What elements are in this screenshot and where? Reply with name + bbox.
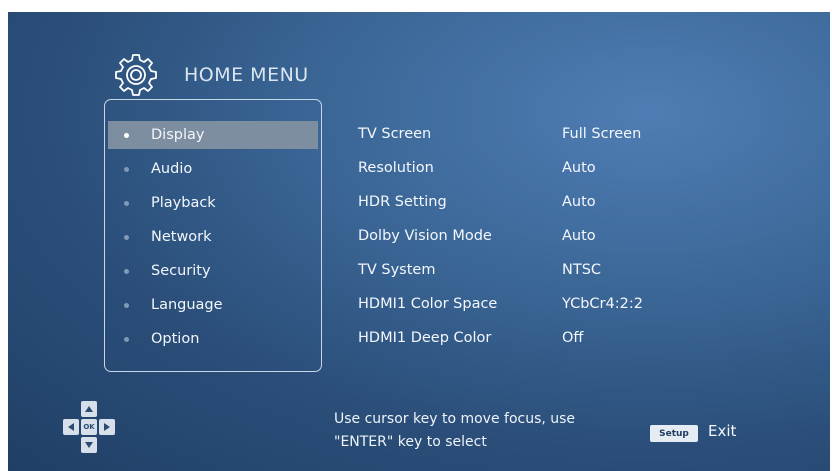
bullet-icon	[124, 166, 129, 172]
help-text: Use cursor key to move focus, use "ENTER…	[334, 408, 575, 454]
menu-item-label: Security	[151, 263, 211, 279]
menu-item-language[interactable]: Language	[108, 291, 318, 319]
menu-item-playback[interactable]: Playback	[108, 189, 318, 217]
menu-item-label: Network	[151, 229, 212, 245]
setting-label: HDMI1 Deep Color	[358, 330, 492, 346]
menu-item-display[interactable]: Display	[108, 121, 318, 149]
setting-value: Auto	[562, 228, 596, 244]
setting-label: Resolution	[358, 160, 434, 176]
setting-label: HDMI1 Color Space	[358, 296, 498, 312]
bullet-icon	[124, 234, 129, 240]
menu-item-label: Language	[151, 297, 223, 313]
setting-value: Auto	[562, 194, 596, 210]
setting-row-hdr-setting[interactable]: HDR Setting Auto	[358, 190, 778, 214]
bullet-icon	[124, 336, 129, 342]
menu-item-label: Option	[151, 331, 200, 347]
setting-label: TV Screen	[358, 126, 432, 142]
page-title: HOME MENU	[184, 64, 309, 86]
help-text-line-2: "ENTER" key to select	[334, 434, 487, 450]
setting-row-tv-system[interactable]: TV System NTSC	[358, 258, 778, 282]
arrow-left-icon	[63, 419, 79, 435]
setup-key-badge: Setup	[650, 425, 698, 442]
menu-item-label: Display	[151, 127, 205, 143]
menu-item-label: Playback	[151, 195, 216, 211]
setting-row-dolby-vision-mode[interactable]: Dolby Vision Mode Auto	[358, 224, 778, 248]
arrow-right-icon	[99, 419, 115, 435]
setting-value: YCbCr4:2:2	[562, 296, 643, 312]
setting-label: TV System	[358, 262, 436, 278]
arrow-down-icon	[81, 437, 97, 453]
gear-icon	[115, 54, 157, 96]
setting-row-hdmi1-color-space[interactable]: HDMI1 Color Space YCbCr4:2:2	[358, 292, 778, 316]
setting-row-tv-screen[interactable]: TV Screen Full Screen	[358, 122, 778, 146]
bullet-icon	[124, 200, 129, 206]
setting-value: NTSC	[562, 262, 602, 278]
menu-item-label: Audio	[151, 161, 193, 177]
setting-row-hdmi1-deep-color[interactable]: HDMI1 Deep Color Off	[358, 326, 778, 350]
menu-item-audio[interactable]: Audio	[108, 155, 318, 183]
setting-row-resolution[interactable]: Resolution Auto	[358, 156, 778, 180]
menu-item-option[interactable]: Option	[108, 325, 318, 353]
help-text-line-1: Use cursor key to move focus, use	[334, 411, 576, 427]
bullet-icon	[124, 132, 129, 138]
setting-value: Off	[562, 330, 584, 346]
bullet-icon	[124, 302, 129, 308]
setting-value: Auto	[562, 160, 596, 176]
setting-label: Dolby Vision Mode	[358, 228, 492, 244]
menu-list: Display Audio Playback Network Security …	[104, 99, 322, 372]
menu-item-network[interactable]: Network	[108, 223, 318, 251]
tv-screen: HOME MENU Display Audio Playback Network…	[8, 12, 830, 471]
bullet-icon	[124, 268, 129, 274]
setting-value: Full Screen	[562, 126, 642, 142]
dpad-icon: OK	[61, 399, 117, 455]
ok-button-icon: OK	[81, 419, 97, 435]
setting-label: HDR Setting	[358, 194, 447, 210]
exit-label: Exit	[708, 422, 737, 440]
menu-item-security[interactable]: Security	[108, 257, 318, 285]
menu-header: HOME MENU	[112, 51, 309, 99]
arrow-up-icon	[81, 401, 97, 417]
